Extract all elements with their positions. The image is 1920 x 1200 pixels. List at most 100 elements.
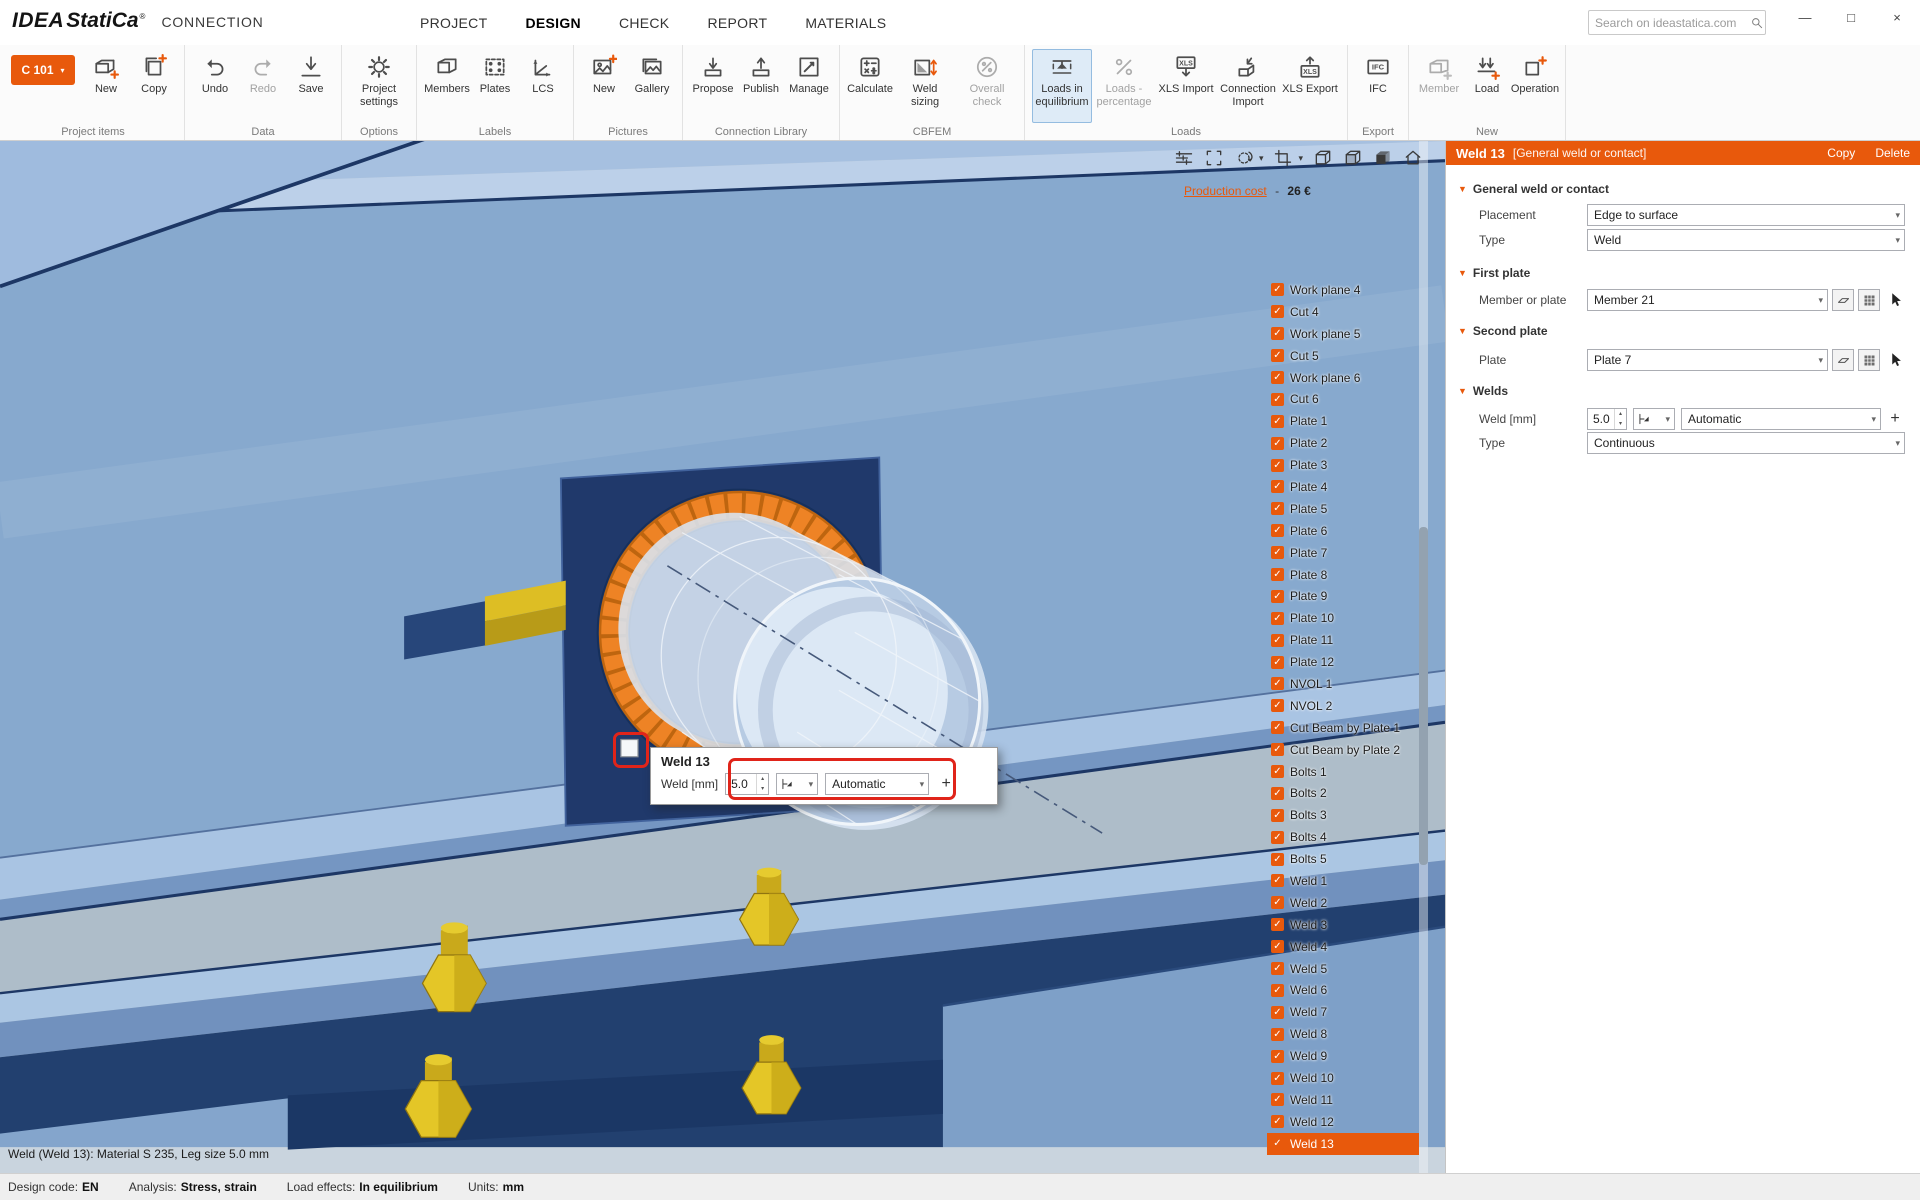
viewport-3d[interactable]: ▾▾ Production cost - 26 € ✓Work plane 4✓… <box>0 141 1445 1173</box>
checkbox-checked-icon[interactable]: ✓ <box>1271 546 1284 559</box>
connection-item-selector[interactable]: C 101▾ <box>11 55 75 85</box>
weld-symbol-dropdown[interactable]: ▾ <box>1633 408 1675 430</box>
load-button[interactable]: Load <box>1464 49 1510 123</box>
copy-button[interactable]: Copy <box>131 49 177 123</box>
checkbox-checked-icon[interactable]: ✓ <box>1271 305 1284 318</box>
tree-item-plate-3[interactable]: ✓Plate 3 <box>1267 454 1419 476</box>
checkbox-checked-icon[interactable]: ✓ <box>1271 1137 1284 1150</box>
checkbox-checked-icon[interactable]: ✓ <box>1271 699 1284 712</box>
tree-item-work-plane-4[interactable]: ✓Work plane 4 <box>1267 279 1419 301</box>
cube-solid-icon[interactable] <box>1373 148 1393 168</box>
search-icon[interactable] <box>1750 16 1764 30</box>
project-settings-button[interactable]: Project settings <box>349 49 409 123</box>
tree-item-bolts-2[interactable]: ✓Bolts 2 <box>1267 782 1419 804</box>
home-icon[interactable] <box>1403 148 1423 168</box>
tree-item-weld-9[interactable]: ✓Weld 9 <box>1267 1045 1419 1067</box>
chevron-down-icon[interactable]: ▾ <box>1298 153 1303 164</box>
checkbox-checked-icon[interactable]: ✓ <box>1271 743 1284 756</box>
tree-item-plate-7[interactable]: ✓Plate 7 <box>1267 542 1419 564</box>
section-general[interactable]: ▼ General weld or contact <box>1458 182 1609 196</box>
checkbox-checked-icon[interactable]: ✓ <box>1271 765 1284 778</box>
checkbox-checked-icon[interactable]: ✓ <box>1271 874 1284 887</box>
members-button[interactable]: Members <box>424 49 470 123</box>
tree-item-plate-9[interactable]: ✓Plate 9 <box>1267 585 1419 607</box>
checkbox-checked-icon[interactable]: ✓ <box>1271 677 1284 690</box>
plate-grid-icon[interactable] <box>1858 349 1880 371</box>
undo-button[interactable]: Undo <box>192 49 238 123</box>
propose-button[interactable]: Propose <box>690 49 736 123</box>
plate-grid-icon[interactable] <box>1858 289 1880 311</box>
minimize-button[interactable]: — <box>1782 0 1828 34</box>
copy-button[interactable]: Copy <box>1827 146 1855 160</box>
tree-item-weld-2[interactable]: ✓Weld 2 <box>1267 892 1419 914</box>
tree-item-plate-5[interactable]: ✓Plate 5 <box>1267 498 1419 520</box>
tree-item-plate-10[interactable]: ✓Plate 10 <box>1267 607 1419 629</box>
cube-front-icon[interactable] <box>1343 148 1363 168</box>
tree-item-weld-13[interactable]: ✓Weld 13 <box>1267 1133 1419 1155</box>
tab-report[interactable]: REPORT <box>707 15 767 31</box>
measure-icon[interactable] <box>1174 148 1194 168</box>
checkbox-checked-icon[interactable]: ✓ <box>1271 612 1284 625</box>
plate-dropdown[interactable]: Plate 7 ▾ <box>1587 349 1828 371</box>
checkbox-checked-icon[interactable]: ✓ <box>1271 459 1284 472</box>
placement-dropdown[interactable]: Edge to surface ▾ <box>1587 204 1905 226</box>
tree-item-weld-10[interactable]: ✓Weld 10 <box>1267 1067 1419 1089</box>
checkbox-checked-icon[interactable]: ✓ <box>1271 656 1284 669</box>
tree-item-plate-8[interactable]: ✓Plate 8 <box>1267 564 1419 586</box>
checkbox-checked-icon[interactable]: ✓ <box>1271 1006 1284 1019</box>
tree-item-weld-3[interactable]: ✓Weld 3 <box>1267 914 1419 936</box>
xls-export-button[interactable]: XLSXLS Export <box>1280 49 1340 123</box>
fit-icon[interactable] <box>1204 148 1224 168</box>
checkbox-checked-icon[interactable]: ✓ <box>1271 590 1284 603</box>
weld-continuity-dropdown[interactable]: Continuous ▾ <box>1587 432 1905 454</box>
tree-item-nvol-1[interactable]: ✓NVOL 1 <box>1267 673 1419 695</box>
tree-item-plate-12[interactable]: ✓Plate 12 <box>1267 651 1419 673</box>
delete-button[interactable]: Delete <box>1875 146 1910 160</box>
checkbox-checked-icon[interactable]: ✓ <box>1271 327 1284 340</box>
checkbox-checked-icon[interactable]: ✓ <box>1271 984 1284 997</box>
new-button[interactable]: New <box>581 49 627 123</box>
checkbox-checked-icon[interactable]: ✓ <box>1271 940 1284 953</box>
new-button[interactable]: New <box>83 49 129 123</box>
weld-handle[interactable] <box>621 740 638 757</box>
xls-import-button[interactable]: XLSXLS Import <box>1156 49 1216 123</box>
stepper-down-icon[interactable]: ▾ <box>757 784 768 794</box>
tree-item-bolts-4[interactable]: ✓Bolts 4 <box>1267 826 1419 848</box>
checkbox-checked-icon[interactable]: ✓ <box>1271 853 1284 866</box>
tree-item-weld-5[interactable]: ✓Weld 5 <box>1267 958 1419 980</box>
tree-item-weld-7[interactable]: ✓Weld 7 <box>1267 1001 1419 1023</box>
checkbox-checked-icon[interactable]: ✓ <box>1271 415 1284 428</box>
viewport-scrollbar[interactable] <box>1419 141 1428 1173</box>
section-first-plate[interactable]: ▼ First plate <box>1458 266 1530 280</box>
stepper-up-icon[interactable]: ▴ <box>1615 409 1626 419</box>
pointer-select-icon[interactable] <box>1887 351 1905 369</box>
tree-item-plate-11[interactable]: ✓Plate 11 <box>1267 629 1419 651</box>
checkbox-checked-icon[interactable]: ✓ <box>1271 721 1284 734</box>
production-cost-label[interactable]: Production cost <box>1184 184 1267 198</box>
tree-item-weld-4[interactable]: ✓Weld 4 <box>1267 936 1419 958</box>
stepper-arrows[interactable]: ▴▾ <box>756 774 768 794</box>
tree-item-cut-6[interactable]: ✓Cut 6 <box>1267 388 1419 410</box>
tree-item-weld-1[interactable]: ✓Weld 1 <box>1267 870 1419 892</box>
tree-item-bolts-3[interactable]: ✓Bolts 3 <box>1267 804 1419 826</box>
checkbox-checked-icon[interactable]: ✓ <box>1271 371 1284 384</box>
maximize-button[interactable]: □ <box>1828 0 1874 34</box>
tree-item-cut-beam-by-plate-2[interactable]: ✓Cut Beam by Plate 2 <box>1267 739 1419 761</box>
manage-button[interactable]: Manage <box>786 49 832 123</box>
checkbox-checked-icon[interactable]: ✓ <box>1271 831 1284 844</box>
checkbox-checked-icon[interactable]: ✓ <box>1271 1050 1284 1063</box>
checkbox-checked-icon[interactable]: ✓ <box>1271 918 1284 931</box>
tab-design[interactable]: DESIGN <box>525 15 580 31</box>
save-button[interactable]: Save <box>288 49 334 123</box>
checkbox-checked-icon[interactable]: ✓ <box>1271 1072 1284 1085</box>
search-box[interactable] <box>1588 10 1766 35</box>
tree-item-bolts-5[interactable]: ✓Bolts 5 <box>1267 848 1419 870</box>
section-welds[interactable]: ▼ Welds <box>1458 384 1508 398</box>
checkbox-checked-icon[interactable]: ✓ <box>1271 962 1284 975</box>
checkbox-checked-icon[interactable]: ✓ <box>1271 437 1284 450</box>
pick-plate-icon[interactable] <box>1832 349 1854 371</box>
tree-item-work-plane-6[interactable]: ✓Work plane 6 <box>1267 367 1419 389</box>
plates-button[interactable]: Plates <box>472 49 518 123</box>
orbit-icon[interactable] <box>1234 148 1254 168</box>
tree-item-work-plane-5[interactable]: ✓Work plane 5 <box>1267 323 1419 345</box>
